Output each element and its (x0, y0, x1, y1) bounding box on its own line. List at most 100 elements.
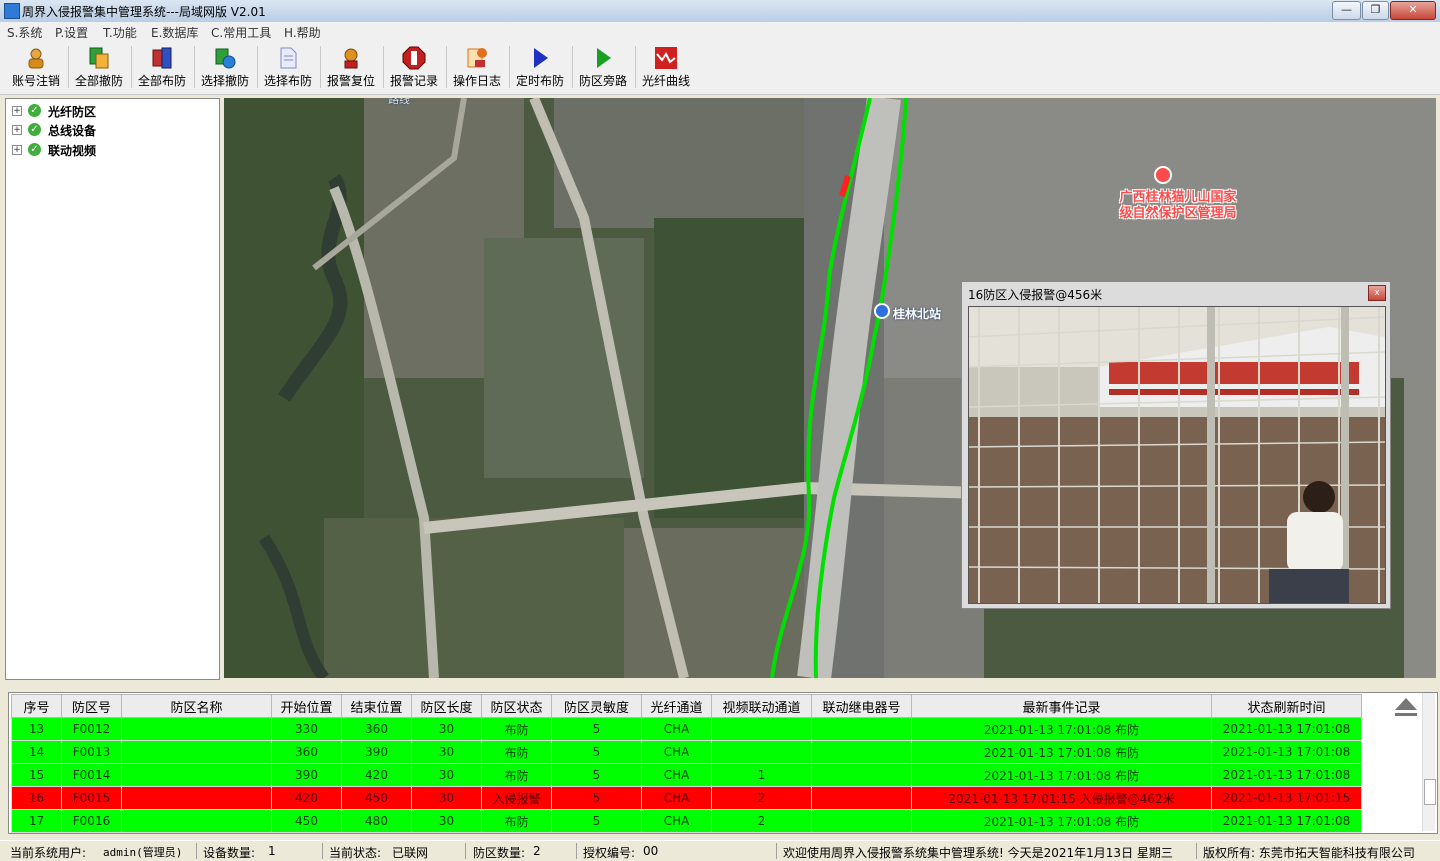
close-button[interactable]: ✕ (1390, 1, 1436, 20)
column-header[interactable]: 防区状态 (481, 694, 552, 718)
table-cell (121, 740, 272, 764)
column-header[interactable]: 状态刷新时间 (1211, 694, 1362, 718)
table-row[interactable]: 17 F0016 450 480 30 布防 5 CHA 2 2021-01-13 17:01:0… (11, 809, 1362, 833)
check-icon: ✓ (28, 143, 41, 156)
table-cell: CHA (641, 717, 712, 741)
column-header[interactable]: 结束位置 (341, 694, 412, 718)
expand-icon[interactable]: + (12, 125, 22, 135)
table-cell (121, 763, 272, 787)
column-header[interactable]: 视频联动通道 (711, 694, 812, 718)
maximize-button[interactable]: ❐ (1362, 1, 1389, 20)
table-cell: 2 (711, 809, 812, 833)
table-cell: 30 (411, 717, 482, 741)
tree-item-linked-video[interactable]: + ✓ 联动视频 (12, 141, 212, 159)
menu-tools[interactable]: C.常用工具 (211, 24, 271, 41)
fiber-curve-button[interactable]: 光纤曲线 (636, 44, 696, 90)
zone-count-value: 2 (533, 844, 541, 858)
select-arm-button[interactable]: 选择布防 (258, 44, 318, 90)
table-cell (121, 809, 272, 833)
table-cell: 5 (551, 809, 642, 833)
tree-item-fiber-zones[interactable]: + ✓ 光纤防区 (12, 102, 212, 120)
expand-icon[interactable]: + (12, 106, 22, 116)
disarm-all-button[interactable]: 全部撤防 (69, 44, 129, 90)
table-cell: 5 (551, 740, 642, 764)
column-header[interactable]: 防区灵敏度 (551, 694, 642, 718)
table-row[interactable]: 14 F0013 360 390 30 布防 5 CHA 2021-01-13 17:01:08… (11, 740, 1362, 764)
current-user-value: admin(管理员) (103, 846, 183, 859)
title-bar: 周界入侵报警集中管理系统---局域网版 V2.01 — ❐ ✕ (0, 0, 1440, 23)
select-disarm-button[interactable]: 选择撤防 (195, 44, 255, 90)
menu-functions[interactable]: T.功能 (103, 24, 137, 41)
operation-log-button[interactable]: 操作日志 (447, 44, 507, 90)
status-separator (322, 843, 323, 859)
status-separator (196, 843, 197, 859)
toolbar-label: 报警复位 (326, 74, 375, 88)
table-row[interactable]: 15 F0014 390 420 30 布防 5 CHA 1 2021-01-13 17:01:0… (11, 763, 1362, 787)
column-header[interactable]: 开始位置 (271, 694, 342, 718)
table-scrollbar[interactable] (1422, 693, 1436, 831)
toolbar-label: 全部布防 (137, 74, 186, 88)
popup-title: 16防区入侵报警@456米 (968, 288, 1103, 302)
alarm-log-button[interactable]: 报警记录 (384, 44, 444, 90)
table-cell: 420 (271, 786, 342, 810)
menu-database[interactable]: E.数据库 (151, 24, 198, 41)
station-label: 桂林北站 (893, 307, 942, 321)
status-bar: 当前系统用户: admin(管理员) 设备数量: 1 当前状态: 已联网 防区数… (0, 840, 1440, 861)
toolbar: 账号注销 全部撤防 全部布防 选择撤防 选择布防 报警复位 报警记录 操作日志 … (0, 42, 1440, 95)
table-cell: 420 (341, 763, 412, 787)
expand-icon[interactable]: + (12, 145, 22, 155)
tree-item-label: 联动视频 (48, 144, 97, 158)
column-header[interactable]: 防区名称 (121, 694, 272, 718)
tree-item-label: 光纤防区 (48, 105, 97, 119)
alarm-video-popup[interactable]: 16防区入侵报警@456米 x (961, 281, 1391, 609)
table-cell: 5 (551, 786, 642, 810)
tree-item-bus-devices[interactable]: + ✓ 总线设备 (12, 121, 212, 139)
scroll-top-icon[interactable] (1393, 696, 1419, 718)
popup-close-button[interactable]: x (1368, 285, 1386, 301)
menu-help[interactable]: H.帮助 (284, 24, 321, 41)
table-cell: 入侵报警 (481, 786, 552, 810)
table-cell: 2 (711, 786, 812, 810)
minimize-button[interactable]: — (1332, 1, 1361, 20)
table-row-alarm[interactable]: 16 F0015 420 450 30 入侵报警 5 CHA 2 2021-01-13 17:01… (11, 786, 1362, 810)
scrollbar-thumb[interactable] (1424, 779, 1436, 805)
column-header[interactable]: 联动继电器号 (811, 694, 912, 718)
menu-settings[interactable]: P.设置 (55, 24, 88, 41)
column-header[interactable]: 防区号 (61, 694, 122, 718)
poi-label: 广西桂林猫儿山国家 级自然保护区管理局 (1078, 190, 1278, 222)
arm-all-button[interactable]: 全部布防 (132, 44, 192, 90)
check-icon: ✓ (28, 104, 41, 117)
column-header[interactable]: 光纤通道 (641, 694, 712, 718)
zone-bypass-button[interactable]: 防区旁路 (573, 44, 633, 90)
app-icon (4, 3, 20, 19)
toolbar-label: 报警记录 (389, 74, 438, 88)
timed-arm-icon (534, 48, 548, 68)
alarm-reset-button[interactable]: 报警复位 (321, 44, 381, 90)
select-disarm-icon (215, 48, 236, 69)
status-separator (1196, 843, 1197, 859)
table-cell: F0016 (61, 809, 122, 833)
table-cell: 2021-01-13 17:01:08 布防 (911, 717, 1212, 741)
table-cell (121, 717, 272, 741)
table-cell (711, 740, 812, 764)
welcome-message: 欢迎使用周界入侵报警系统集中管理系统! 今天是2021年1月13日 星期三 (783, 846, 1173, 860)
table-cell: 17 (11, 809, 62, 833)
connection-state-label: 当前状态: (329, 846, 382, 860)
alarm-video-frame (968, 306, 1386, 604)
column-header[interactable]: 最新事件记录 (911, 694, 1212, 718)
table-cell: 1 (711, 763, 812, 787)
logout-button[interactable]: 账号注销 (6, 44, 66, 90)
menu-system[interactable]: S.系统 (7, 24, 42, 41)
table-cell: CHA (641, 809, 712, 833)
table-cell: 2021-01-13 17:01:08 (1211, 740, 1362, 764)
arm-all-icon (152, 47, 172, 69)
toolbar-label: 选择布防 (263, 74, 312, 88)
table-cell: 30 (411, 763, 482, 787)
table-row[interactable]: 13 F0012 330 360 30 布防 5 CHA 2021-01-13 17:01:08… (11, 717, 1362, 741)
table-cell (811, 809, 912, 833)
timed-arm-button[interactable]: 定时布防 (510, 44, 570, 90)
select-arm-icon (280, 47, 297, 69)
table-cell: F0012 (61, 717, 122, 741)
column-header[interactable]: 序号 (11, 694, 62, 718)
column-header[interactable]: 防区长度 (411, 694, 482, 718)
